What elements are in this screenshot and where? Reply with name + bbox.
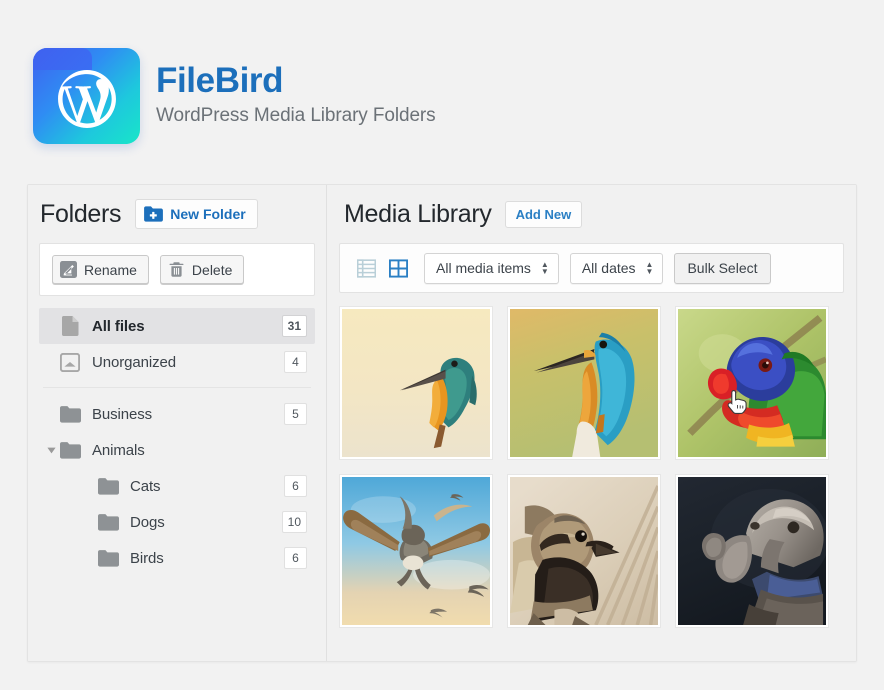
logo-folder-tab xyxy=(33,48,92,70)
folder-item-count: 10 xyxy=(281,511,307,533)
new-folder-label: New Folder xyxy=(170,206,246,222)
folder-item-count: 4 xyxy=(284,351,307,373)
media-tile[interactable] xyxy=(339,474,493,628)
list-view-icon[interactable] xyxy=(354,256,378,280)
folder-icon xyxy=(59,404,81,424)
folder-tree-item-cats[interactable]: Cats 6 xyxy=(39,468,315,504)
media-tile[interactable] xyxy=(339,306,493,460)
folder-plus-icon xyxy=(144,206,164,222)
folder-item-count: 5 xyxy=(284,403,307,425)
view-mode-switcher xyxy=(354,256,410,280)
media-filter-value: All media items xyxy=(436,260,531,276)
folder-item-count: 6 xyxy=(284,475,307,497)
media-library-header: Media Library Add New xyxy=(339,185,844,243)
folder-expand-toggle[interactable] xyxy=(43,447,59,454)
folder-actions-bar: Rename Delete xyxy=(39,243,315,296)
thumbnail-image xyxy=(678,477,826,625)
inbox-icon xyxy=(59,352,81,372)
delete-button[interactable]: Delete xyxy=(159,255,245,284)
thumbnail-image xyxy=(342,309,490,457)
media-tile[interactable] xyxy=(675,474,829,628)
brand-header: FileBird WordPress Media Library Folders xyxy=(0,0,884,170)
folder-tree-item-unorganized[interactable]: Unorganized 4 xyxy=(39,344,315,380)
folder-icon xyxy=(59,440,81,460)
folder-icon xyxy=(97,477,119,495)
inbox-icon xyxy=(60,352,80,372)
folder-item-label: All files xyxy=(92,317,145,335)
thumbnail-image xyxy=(678,309,826,457)
thumbnail-image xyxy=(510,309,658,457)
media-grid xyxy=(339,306,844,628)
brand-text: FileBird WordPress Media Library Folders xyxy=(156,61,436,130)
chevron-updown-icon: ▲ ▼ xyxy=(540,260,549,276)
folder-icon xyxy=(97,513,119,531)
folder-item-label: Business xyxy=(92,405,153,423)
folder-icon xyxy=(59,441,81,459)
date-filter-select[interactable]: All dates ▲ ▼ xyxy=(569,252,664,284)
folder-icon xyxy=(97,476,119,496)
folder-item-count: 31 xyxy=(281,315,307,337)
folder-tree-item-all-files[interactable]: All files 31 xyxy=(39,308,315,344)
brand-title: FileBird xyxy=(156,61,284,101)
grid-view-glyph xyxy=(388,258,408,278)
wordpress-icon xyxy=(57,69,116,128)
thumbnail-image xyxy=(510,477,658,625)
folder-tree-item-dogs[interactable]: Dogs 10 xyxy=(39,504,315,540)
folders-title: Folders xyxy=(40,199,122,228)
folders-panel: Folders New Folder Rename Delete All fil… xyxy=(28,185,327,661)
media-filter-select[interactable]: All media items ▲ ▼ xyxy=(424,252,559,284)
media-tile[interactable] xyxy=(507,474,661,628)
folder-icon xyxy=(97,512,119,532)
media-tile[interactable] xyxy=(675,306,829,460)
folder-item-label: Birds xyxy=(130,549,164,567)
media-toolbar: All media items ▲ ▼ All dates ▲ ▼ Bulk Sel… xyxy=(339,243,844,293)
add-new-button[interactable]: Add New xyxy=(504,200,583,228)
brand-subtitle: WordPress Media Library Folders xyxy=(156,104,436,126)
folder-tree: All files 31 Unorganized 4 Business 5 Animals C… xyxy=(39,308,315,576)
rename-label: Rename xyxy=(84,261,137,278)
chevron-updown-icon: ▲ ▼ xyxy=(645,260,654,276)
media-library-title: Media Library xyxy=(344,199,492,228)
bulk-select-button[interactable]: Bulk Select xyxy=(674,252,771,284)
file-icon xyxy=(59,316,81,336)
folder-item-label: Dogs xyxy=(130,513,165,531)
folders-header: Folders New Folder xyxy=(39,185,315,243)
delete-label: Delete xyxy=(191,261,233,278)
folder-tree-item-animals[interactable]: Animals xyxy=(39,432,315,468)
pencil-icon xyxy=(60,261,77,278)
grid-view-icon[interactable] xyxy=(386,256,410,280)
trash-icon xyxy=(169,262,184,277)
file-icon xyxy=(61,316,78,336)
folder-icon xyxy=(97,549,119,567)
media-library-panel: Media Library Add New All media items ▲ … xyxy=(327,185,856,661)
folder-item-count: 6 xyxy=(284,547,307,569)
folder-item-label: Unorganized xyxy=(92,353,176,371)
chevron-down-icon xyxy=(46,447,56,453)
media-tile[interactable] xyxy=(507,306,661,460)
list-view-glyph xyxy=(356,258,376,278)
rename-button[interactable]: Rename xyxy=(52,255,149,284)
folder-icon xyxy=(97,548,119,568)
folder-item-label: Animals xyxy=(92,441,145,459)
folder-list-divider xyxy=(43,387,311,388)
date-filter-value: All dates xyxy=(581,260,636,276)
thumbnail-image xyxy=(342,477,490,625)
filebird-logo xyxy=(33,48,140,144)
folder-icon xyxy=(59,405,81,423)
folder-item-label: Cats xyxy=(130,477,161,495)
folder-tree-item-business[interactable]: Business 5 xyxy=(39,396,315,432)
main-card: Folders New Folder Rename Delete All fil… xyxy=(27,184,857,662)
folder-tree-item-birds[interactable]: Birds 6 xyxy=(39,540,315,576)
new-folder-button[interactable]: New Folder xyxy=(135,199,258,229)
